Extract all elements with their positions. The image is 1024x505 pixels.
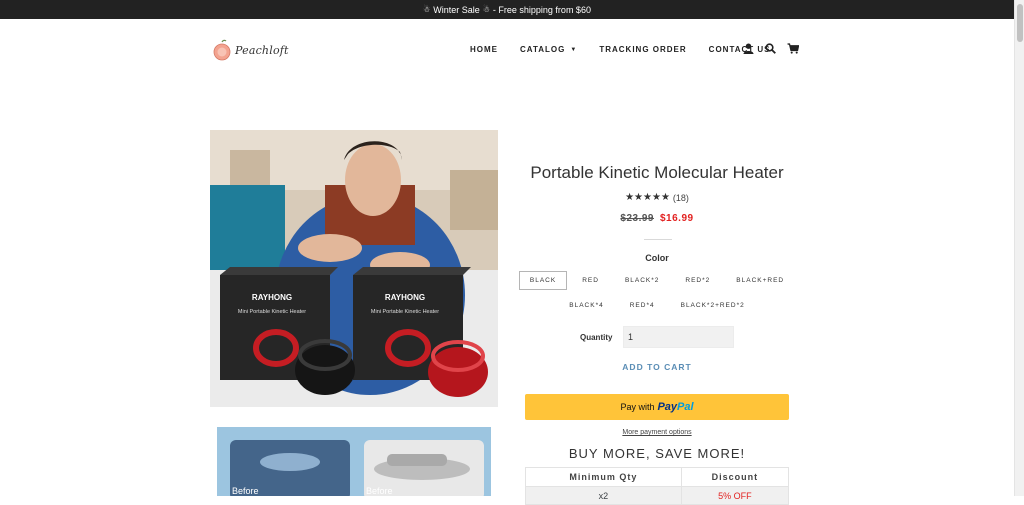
box-label-left: Mini Portable Kinetic Heater — [238, 309, 306, 315]
box-label-right: Mini Portable Kinetic Heater — [371, 309, 439, 315]
product-rating[interactable]: ★★★★★ (18) — [525, 192, 789, 203]
add-to-cart-button[interactable]: ADD TO CART — [525, 362, 789, 372]
box-brand-right: RAYHONG — [385, 293, 425, 302]
paypal-button[interactable]: Pay with PayPal — [525, 394, 789, 420]
product-title: Portable Kinetic Molecular Heater — [530, 163, 784, 182]
nav-home-label: HOME — [470, 45, 498, 54]
divider — [644, 239, 672, 240]
price-block: $23.99 $16.99 — [525, 213, 789, 224]
nav-catalog-label: CATALOG — [520, 45, 566, 54]
column-header-discount: Discount — [680, 467, 790, 487]
color-option-red-4[interactable]: RED*4 — [619, 296, 666, 315]
before-label-left: Before — [232, 486, 259, 496]
page-scrollbar[interactable] — [1014, 0, 1024, 496]
cart-icon[interactable] — [787, 43, 799, 54]
color-option-red[interactable]: RED — [571, 271, 610, 290]
color-option-red-2[interactable]: RED*2 — [674, 271, 721, 290]
announcement-text: Winter Sale — [433, 4, 480, 15]
paypal-logo-icon: PayPal — [657, 401, 694, 413]
search-icon[interactable] — [765, 43, 776, 54]
box-brand-left: RAYHONG — [252, 293, 292, 302]
color-options-row-2: BLACK*4 RED*4 BLACK*2+RED*2 — [525, 296, 789, 315]
announcement-shipping-text: - Free shipping from $60 — [492, 4, 591, 15]
color-option-black-red[interactable]: BLACK+RED — [725, 271, 795, 290]
color-option-black-4[interactable]: BLACK*4 — [558, 296, 614, 315]
color-option-black[interactable]: BLACK — [518, 271, 568, 290]
caret-down-icon: ▼ — [570, 46, 578, 53]
quantity-discount-table: Minimum Qty Discount x2 5% OFF — [525, 467, 790, 505]
snowman-icon: ☃ — [482, 5, 490, 14]
before-label-right: Before — [366, 486, 393, 496]
sale-price: $16.99 — [660, 213, 694, 224]
nav-home[interactable]: HOME — [470, 45, 498, 54]
announcement-bar: ☃ Winter Sale ☃ - Free shipping from $60 — [0, 0, 1014, 19]
nav-catalog[interactable]: CATALOG ▼ — [520, 45, 577, 54]
color-label: Color — [645, 253, 669, 263]
nav-tracking-order[interactable]: TRACKING ORDER — [599, 45, 686, 54]
snowman-icon: ☃ — [423, 5, 431, 14]
more-payment-options-link[interactable]: More payment options — [525, 429, 789, 436]
quantity-label: Quantity — [580, 333, 613, 342]
star-rating-icon: ★★★★★ — [625, 192, 670, 203]
quantity-input[interactable]: 1 — [623, 326, 734, 348]
peach-logo-icon — [212, 39, 232, 61]
table-header-row: Minimum Qty Discount — [525, 467, 790, 487]
product-second-image[interactable]: Before Before — [217, 427, 491, 496]
buy-more-heading: BUY MORE, SAVE MORE! — [568, 446, 746, 461]
site-header: Peachloft HOME CATALOG ▼ TRACKING ORDER C… — [0, 19, 1014, 83]
site-logo[interactable]: Peachloft — [212, 39, 289, 61]
account-icon[interactable] — [743, 43, 754, 54]
nav-tracking-label: TRACKING ORDER — [599, 45, 687, 54]
logo-text: Peachloft — [235, 43, 289, 57]
header-icons — [743, 43, 799, 54]
color-option-black-2-red-2[interactable]: BLACK*2+RED*2 — [670, 296, 756, 315]
paypal-prefix: Pay with — [620, 402, 655, 412]
color-option-black-2[interactable]: BLACK*2 — [614, 271, 670, 290]
column-header-min-qty: Minimum Qty — [525, 467, 682, 487]
compare-at-price: $23.99 — [620, 213, 654, 224]
color-options-row-1: BLACK RED BLACK*2 RED*2 BLACK+RED — [518, 271, 789, 290]
scrollbar-thumb[interactable] — [1017, 4, 1023, 42]
review-count: (18) — [672, 192, 689, 203]
product-main-image[interactable]: RAYHONG Mini Portable Kinetic Heater RAY… — [210, 130, 498, 407]
